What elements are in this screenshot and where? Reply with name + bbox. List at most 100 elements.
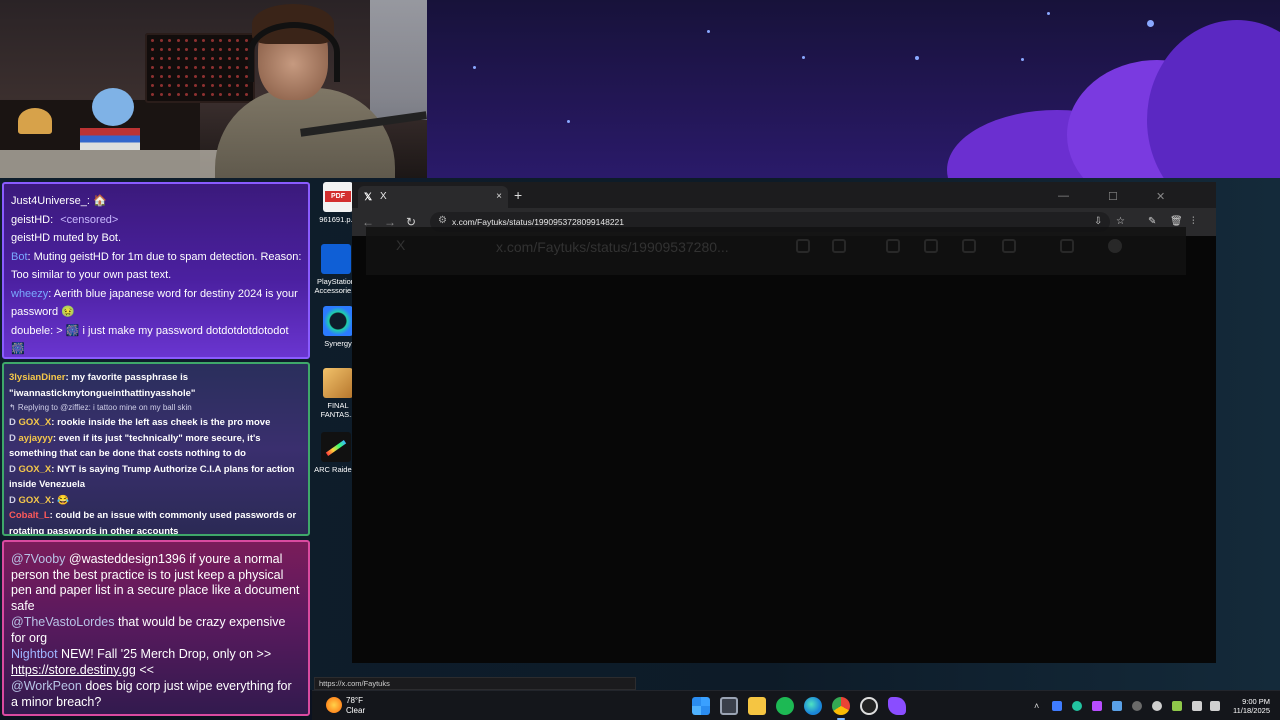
obs-icon[interactable] [860, 697, 878, 715]
chat-message: doubele: > 🎆 i just make my password dot… [11, 322, 302, 358]
new-tab-button[interactable]: + [514, 186, 522, 204]
chat-username[interactable]: doubele [11, 325, 50, 337]
tab-close-button[interactable]: × [496, 186, 502, 208]
task-view-icon[interactable] [720, 697, 738, 715]
led-dot [227, 84, 231, 87]
star [473, 66, 476, 69]
file-explorer-icon[interactable] [748, 697, 766, 715]
tray-overflow-icon[interactable]: ˄ [1034, 701, 1044, 711]
chat-text: : [50, 213, 57, 226]
clock-date: 11/18/2025 [1233, 706, 1270, 715]
minimize-icon[interactable]: — [1058, 190, 1069, 202]
start-button-icon[interactable] [692, 697, 710, 715]
system-clock[interactable]: 9:00 PM 11/18/2025 [1233, 697, 1270, 715]
led-dot [151, 48, 154, 51]
steam-icon[interactable] [1112, 701, 1122, 711]
chat-username[interactable]: @WorkPeon [11, 679, 82, 693]
chat-message: @WorkPeon does big corp just wipe everyt… [11, 679, 302, 710]
led-dot [236, 57, 239, 60]
tray-app-icon[interactable] [1092, 701, 1102, 711]
led-dot [210, 39, 214, 42]
led-dot [168, 84, 171, 87]
chat-message: geistHD muted by Bot. [11, 229, 302, 248]
chat-username[interactable]: geistHD [11, 214, 50, 226]
led-dot [227, 57, 231, 60]
clock-time: 9:00 PM [1242, 697, 1270, 706]
star [1021, 58, 1024, 61]
chat-text: geistHD muted by Bot. [11, 232, 122, 244]
tab-title: X [380, 191, 387, 202]
led-board [145, 33, 255, 103]
spotify-icon[interactable] [776, 697, 794, 715]
site-settings-icon[interactable]: ⚙ [438, 215, 447, 226]
star [1147, 20, 1154, 27]
ghost-extension-icon [886, 239, 900, 253]
chrome-icon[interactable] [832, 697, 850, 720]
x-logo-icon: 𝕏 [364, 192, 373, 203]
led-dot [193, 93, 197, 96]
nested-browser-toolbar: X x.com/Faytuks/status/19909537280... [366, 227, 1186, 275]
star [802, 56, 805, 59]
led-dot [151, 39, 154, 42]
led-dot [168, 48, 171, 51]
playstation-accessories-icon [321, 244, 351, 274]
merch-link[interactable]: https://store.destiny.gg [11, 663, 136, 677]
chat-text: : 😂 [51, 494, 69, 506]
chat-message: 3lysianDiner: my favorite passphrase is … [9, 370, 304, 401]
final-fantasy-icon [323, 368, 353, 398]
star [707, 30, 710, 33]
close-window-icon[interactable]: ✕ [1156, 190, 1165, 203]
chat-message: D GOX_X: 😂 [9, 493, 304, 509]
chat-username[interactable]: wheezy [11, 288, 48, 300]
chat-username[interactable]: ayjayyy [19, 433, 53, 444]
led-dot [244, 93, 248, 96]
plush-toy [92, 88, 134, 126]
tray-app-icon[interactable] [1072, 701, 1082, 711]
led-dot [159, 48, 163, 51]
led-dot [168, 39, 171, 42]
chat-text: : 🏠 [86, 195, 107, 207]
volume-icon[interactable] [1210, 701, 1220, 711]
taskbar: 78°F Clear ˄ 9:00 PM 11/18/2025 [312, 690, 1280, 720]
chat-username[interactable]: Nightbot [11, 647, 58, 661]
chat-username[interactable]: Cobalt_L [9, 510, 50, 521]
led-dot [244, 39, 248, 42]
led-dot [193, 84, 197, 87]
network-icon[interactable] [1192, 701, 1202, 711]
maximize-icon[interactable]: ☐ [1108, 190, 1118, 203]
star [567, 120, 570, 123]
chat-message: Bot: Muting geistHD for 1m due to spam d… [11, 248, 302, 285]
led-dot [202, 93, 205, 96]
chat-username[interactable]: Just4Universe_ [11, 195, 87, 207]
tray-app-icon[interactable] [1172, 701, 1182, 711]
led-dot [159, 57, 163, 60]
led-dot [193, 39, 197, 42]
chat-username[interactable]: @TheVastoLordes [11, 615, 115, 629]
chat-username[interactable]: GOX_X [19, 464, 52, 475]
browser-tab[interactable]: 𝕏 X × [358, 186, 508, 208]
tray-app-icon[interactable] [1052, 701, 1062, 711]
tray-app-icon[interactable] [1132, 701, 1142, 711]
edge-icon[interactable] [804, 697, 822, 715]
chat-text: : NYT is saying Trump Authorize C.I.A pl… [9, 463, 295, 491]
chat-username[interactable]: GOX_X [19, 495, 52, 506]
chat-username[interactable]: @7Vooby [11, 552, 65, 566]
led-dot [219, 84, 222, 87]
led-dot [176, 39, 180, 42]
chat-username[interactable]: 3lysianDiner [9, 372, 66, 383]
chat-username[interactable]: Bot [11, 251, 28, 263]
tray-app-icon[interactable] [1152, 701, 1162, 711]
chat-message: Just4Universe_: 🏠 [11, 192, 302, 211]
led-dot [151, 75, 154, 78]
led-dot [202, 39, 205, 42]
led-dot [185, 93, 188, 96]
sliders-icon[interactable]: ⫶ [1192, 215, 1195, 229]
led-dot [151, 57, 154, 60]
chat-message: @7Vooby @wasteddesign1396 if youre a nor… [11, 552, 302, 614]
piano-keyboard [0, 150, 230, 178]
ghost-puzzle-icon [1002, 239, 1016, 253]
chat-username[interactable]: GOX_X [19, 417, 52, 428]
app-icon[interactable] [888, 697, 906, 715]
led-dot [202, 84, 205, 87]
led-dot [236, 39, 239, 42]
